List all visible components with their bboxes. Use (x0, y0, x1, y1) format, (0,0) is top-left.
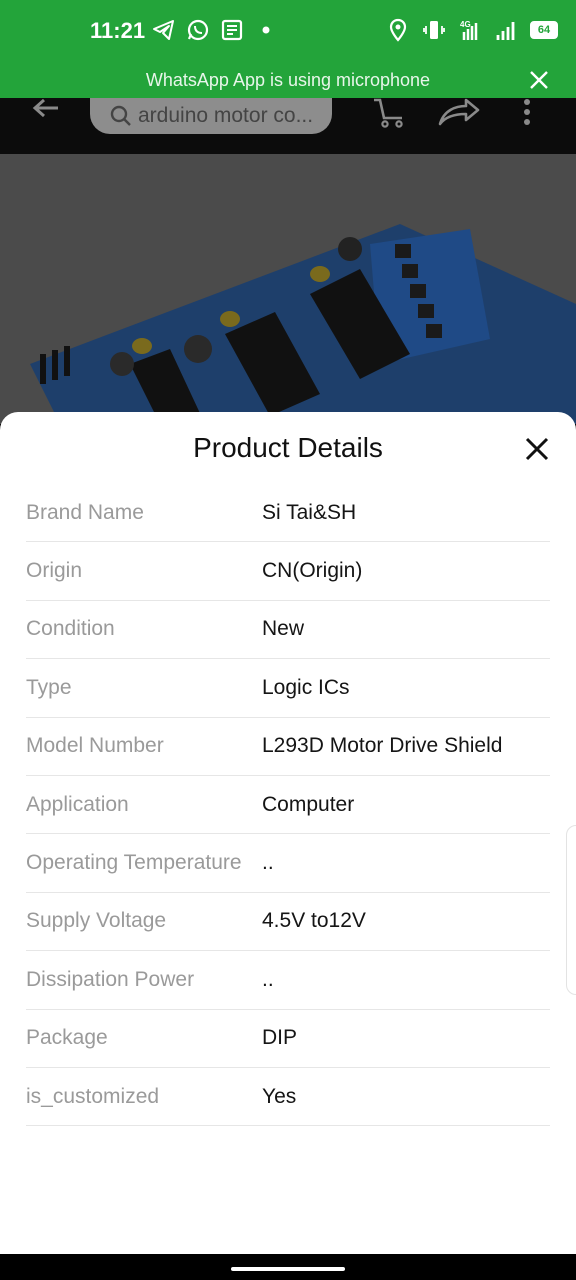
app-toolbar: arduino motor co... (0, 98, 576, 154)
product-image[interactable] (0, 154, 576, 424)
signal-icon (496, 22, 515, 40)
detail-row: is_customized Yes (26, 1068, 550, 1127)
details-list: Brand Name Si Tai&SH Origin CN(Origin) Con… (26, 484, 550, 1127)
vibrate-icon (423, 21, 445, 39)
detail-key: Operating Temperature (26, 851, 242, 875)
telegram-icon (153, 20, 174, 40)
search-input[interactable]: arduino motor co... (90, 98, 332, 134)
detail-value: CN(Origin) (262, 559, 363, 583)
back-arrow-icon[interactable] (30, 98, 62, 124)
detail-value: DIP (262, 1026, 298, 1050)
detail-value: L293D Motor Drive Shield (262, 734, 503, 758)
location-icon (389, 18, 407, 42)
detail-row: Condition New (26, 601, 550, 660)
status-time: 11:21 (90, 18, 146, 43)
detail-value: .. (262, 851, 274, 875)
detail-value: Computer (262, 792, 355, 816)
detail-value: Logic ICs (262, 675, 350, 699)
cart-icon[interactable] (372, 98, 406, 128)
battery-indicator: 64 (530, 21, 558, 39)
sheet-title: Product Details (193, 432, 383, 463)
search-icon (110, 105, 131, 126)
detail-row: Model Number L293D Motor Drive Shield (26, 718, 550, 776)
detail-value: New (262, 617, 305, 641)
product-details-sheet: Product Details Brand Name Si Tai&SH Orig… (0, 412, 576, 1254)
more-options-icon[interactable] (520, 98, 534, 126)
detail-row: Dissipation Power.. (26, 951, 550, 1010)
home-gesture-bar[interactable] (231, 1267, 345, 1271)
mic-banner-text: WhatsApp App is using microphone (145, 69, 431, 90)
detail-value: Yes (262, 1084, 297, 1108)
notification-icons (152, 18, 278, 42)
detail-row: Origin CN(Origin) (26, 542, 550, 601)
detail-key: Supply Voltage (26, 909, 167, 933)
close-icon[interactable] (524, 436, 550, 462)
detail-key: Model Number (26, 734, 164, 758)
news-icon (221, 19, 243, 41)
side-panel-handle[interactable] (566, 825, 576, 995)
detail-key: Brand Name (26, 500, 144, 524)
detail-key: Type (26, 675, 72, 699)
detail-key: Package (26, 1026, 108, 1050)
whatsapp-icon (187, 19, 209, 41)
detail-row: Package DIP (26, 1010, 550, 1068)
system-icons: 4G 64 (386, 18, 558, 42)
signal-4g-icon: 4G (460, 20, 478, 40)
detail-value: .. (262, 967, 274, 991)
detail-key: is_customized (26, 1084, 160, 1108)
detail-key: Condition (26, 617, 115, 641)
detail-row: Supply Voltage 4.5V to12V (26, 893, 550, 952)
share-icon[interactable] (436, 98, 480, 128)
detail-key: Dissipation Power (26, 967, 195, 991)
detail-value: Si Tai&SH (262, 500, 357, 524)
svg-text:4G: 4G (460, 20, 471, 29)
motor-shield-illustration (0, 154, 576, 424)
detail-row: Operating Temperature.. (26, 834, 550, 893)
search-query: arduino motor co... (138, 104, 314, 127)
detail-value: 4.5V to12V (262, 909, 366, 933)
detail-row: Application Computer (26, 776, 550, 835)
close-icon[interactable] (528, 69, 550, 91)
dot-icon (262, 26, 270, 34)
detail-key: Origin (26, 559, 83, 583)
detail-row: Type Logic ICs (26, 659, 550, 718)
detail-row: Brand Name Si Tai&SH (26, 484, 550, 543)
detail-key: Application (26, 792, 129, 816)
